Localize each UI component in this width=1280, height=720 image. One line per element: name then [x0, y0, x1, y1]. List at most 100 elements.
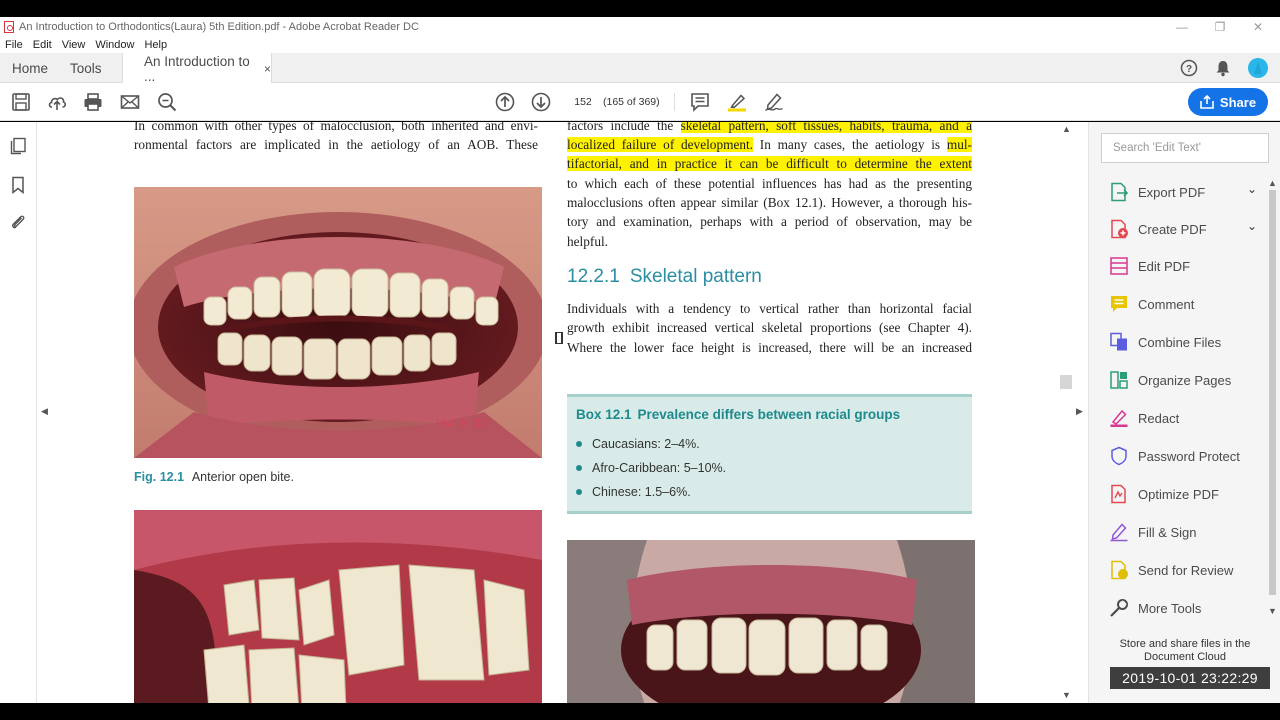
highlight-3[interactable]: mul- — [946, 137, 972, 152]
expand-right-pane-icon[interactable]: ▶ — [1076, 406, 1083, 417]
minimize-button[interactable]: — — [1162, 17, 1202, 37]
tool-redact[interactable]: Redact — [1109, 406, 1269, 430]
main-toolbar: 152 (165 of 369) Share — [0, 83, 1280, 121]
document-page[interactable]: In common with other types of malocclusi… — [52, 122, 1057, 703]
close-tab-icon[interactable]: × — [264, 62, 271, 76]
help-icon[interactable]: ? — [1180, 53, 1198, 83]
chevron-down-icon[interactable]: ⌄ — [1247, 182, 1257, 196]
right-paragraph-line-6: tory and examination, perhaps with a per… — [567, 214, 972, 229]
tool-label: Redact — [1138, 410, 1180, 426]
tool-edit-pdf[interactable]: Edit PDF — [1109, 254, 1269, 278]
account-avatar[interactable] — [1248, 53, 1268, 83]
tools-pane-scrollbar[interactable]: ▲ ▼ — [1267, 178, 1277, 620]
right-tools-pane: Search 'Edit Text' Export PDF ⌄ Create P… — [1088, 122, 1280, 703]
right-paragraph-line-2: localized failure of development. In man… — [567, 137, 972, 152]
tab-bar: Home Tools An Introduction to ... × ? — [0, 53, 1280, 84]
right-paragraph2-line-2: growth exhibit increased vertical skelet… — [567, 320, 972, 335]
menu-view[interactable]: View — [57, 39, 91, 51]
window-titlebar: An Introduction to Orthodontics(Laura) 5… — [0, 17, 1280, 37]
box-list-item: Caucasians: 2–4%. — [576, 437, 700, 451]
box-list-item: Chinese: 1.5–6%. — [576, 485, 691, 499]
next-page-icon[interactable] — [531, 92, 551, 112]
tool-label: Send for Review — [1138, 562, 1234, 578]
tool-export-pdf[interactable]: Export PDF ⌄ — [1109, 180, 1269, 204]
right-pane-toggle[interactable]: ▶ — [1075, 122, 1088, 703]
tool-fill-sign[interactable]: Fill & Sign — [1109, 520, 1269, 544]
right-paragraph2-line-3: Where the lower face height is increased… — [567, 340, 972, 355]
menu-help[interactable]: Help — [139, 39, 172, 51]
print-icon[interactable] — [83, 92, 103, 112]
notifications-bell-icon[interactable] — [1215, 53, 1231, 83]
window-title: An Introduction to Orthodontics(Laura) 5… — [19, 21, 419, 33]
draw-sign-icon[interactable] — [764, 92, 784, 112]
section-number: 12.2.1 — [567, 266, 620, 287]
send-review-icon — [1111, 560, 1128, 580]
highlight-pen-icon[interactable] — [727, 92, 747, 112]
menu-window[interactable]: Window — [90, 39, 139, 51]
scrollbar-thumb[interactable] — [1060, 375, 1072, 389]
tool-comment[interactable]: Comment — [1109, 292, 1269, 316]
share-button[interactable]: Share — [1188, 88, 1268, 116]
chevron-down-icon[interactable]: ⌄ — [1247, 219, 1257, 233]
attachments-paperclip-icon[interactable] — [9, 213, 27, 231]
optimize-pdf-icon — [1111, 484, 1126, 504]
menu-edit[interactable]: Edit — [28, 39, 57, 51]
page-number-input[interactable]: 152 — [566, 93, 600, 111]
tab-home[interactable]: Home — [12, 53, 48, 83]
right-paragraph-line-4: to which each of these potential influen… — [567, 176, 972, 191]
tools-scrollbar-thumb[interactable] — [1269, 190, 1276, 595]
page-thumbnails-icon[interactable] — [9, 137, 27, 155]
tool-more-tools[interactable]: More Tools — [1109, 596, 1269, 620]
highlight-2[interactable]: localized failure of development. — [567, 137, 754, 152]
save-icon[interactable] — [11, 92, 31, 112]
svg-text:'94 8 22: '94 8 22 — [434, 419, 487, 431]
comment-sticky-note-icon[interactable] — [690, 92, 710, 112]
combine-files-icon — [1110, 332, 1127, 351]
tool-send-for-review[interactable]: Send for Review — [1109, 558, 1269, 582]
scroll-down-icon[interactable]: ▼ — [1268, 606, 1277, 616]
acrobat-logo-icon — [4, 21, 14, 33]
document-left-margin: ◀ — [37, 122, 52, 703]
figure-label: Fig. 12.1 — [134, 470, 185, 484]
collapse-left-pane-icon[interactable]: ◀ — [41, 406, 48, 417]
maximize-button[interactable]: ❐ — [1200, 17, 1240, 37]
edit-pdf-icon — [1110, 257, 1128, 275]
scroll-up-icon[interactable]: ▲ — [1268, 178, 1277, 188]
tab-tools[interactable]: Tools — [70, 53, 102, 83]
top-letterbox — [0, 0, 1280, 17]
comment-icon — [1111, 296, 1127, 312]
highlight-4[interactable]: tifactorial, and in practice it can be d… — [567, 156, 972, 171]
tool-label: Export PDF — [1138, 184, 1206, 200]
tab-document[interactable]: An Introduction to ... × — [122, 53, 272, 84]
scroll-down-icon[interactable]: ▼ — [1062, 690, 1071, 700]
previous-page-icon[interactable] — [495, 92, 515, 112]
email-icon[interactable] — [120, 92, 140, 112]
tool-label: Optimize PDF — [1138, 486, 1219, 502]
tool-label: More Tools — [1138, 600, 1202, 616]
upload-cloud-icon[interactable] — [47, 92, 67, 112]
more-tools-icon — [1110, 599, 1128, 617]
close-window-button[interactable]: ✕ — [1238, 17, 1278, 37]
password-protect-icon — [1111, 446, 1127, 466]
tool-organize-pages[interactable]: Organize Pages — [1109, 368, 1269, 392]
cloud-promo-line-1: Store and share files in the — [1119, 638, 1251, 650]
tool-label: Create PDF — [1138, 221, 1207, 237]
tool-optimize-pdf[interactable]: Optimize PDF — [1109, 482, 1269, 506]
tool-password-protect[interactable]: Password Protect — [1109, 444, 1269, 468]
zoom-search-icon[interactable] — [157, 92, 177, 112]
scroll-up-icon[interactable]: ▲ — [1062, 124, 1071, 134]
highlight-1[interactable]: skeletal pattern, soft tissues, habits, … — [680, 122, 972, 133]
tab-document-label: An Introduction to ... — [144, 53, 250, 84]
document-vertical-scrollbar[interactable]: ▲ ▼ — [1057, 122, 1075, 703]
figure-12-1-photo: '94 8 22 — [134, 187, 542, 458]
tool-create-pdf[interactable]: Create PDF ⌄ — [1109, 217, 1269, 241]
left-navigation-pane — [0, 122, 37, 703]
menu-file[interactable]: File — [0, 39, 28, 51]
tools-search-input[interactable]: Search 'Edit Text' — [1101, 133, 1269, 163]
section-title: Skeletal pattern — [629, 266, 762, 287]
tool-label: Password Protect — [1138, 448, 1240, 464]
tool-combine-files[interactable]: Combine Files — [1109, 330, 1269, 354]
tool-label: Organize Pages — [1138, 372, 1232, 388]
ibeam-cursor-icon — [555, 332, 563, 344]
bookmarks-icon[interactable] — [9, 176, 27, 194]
